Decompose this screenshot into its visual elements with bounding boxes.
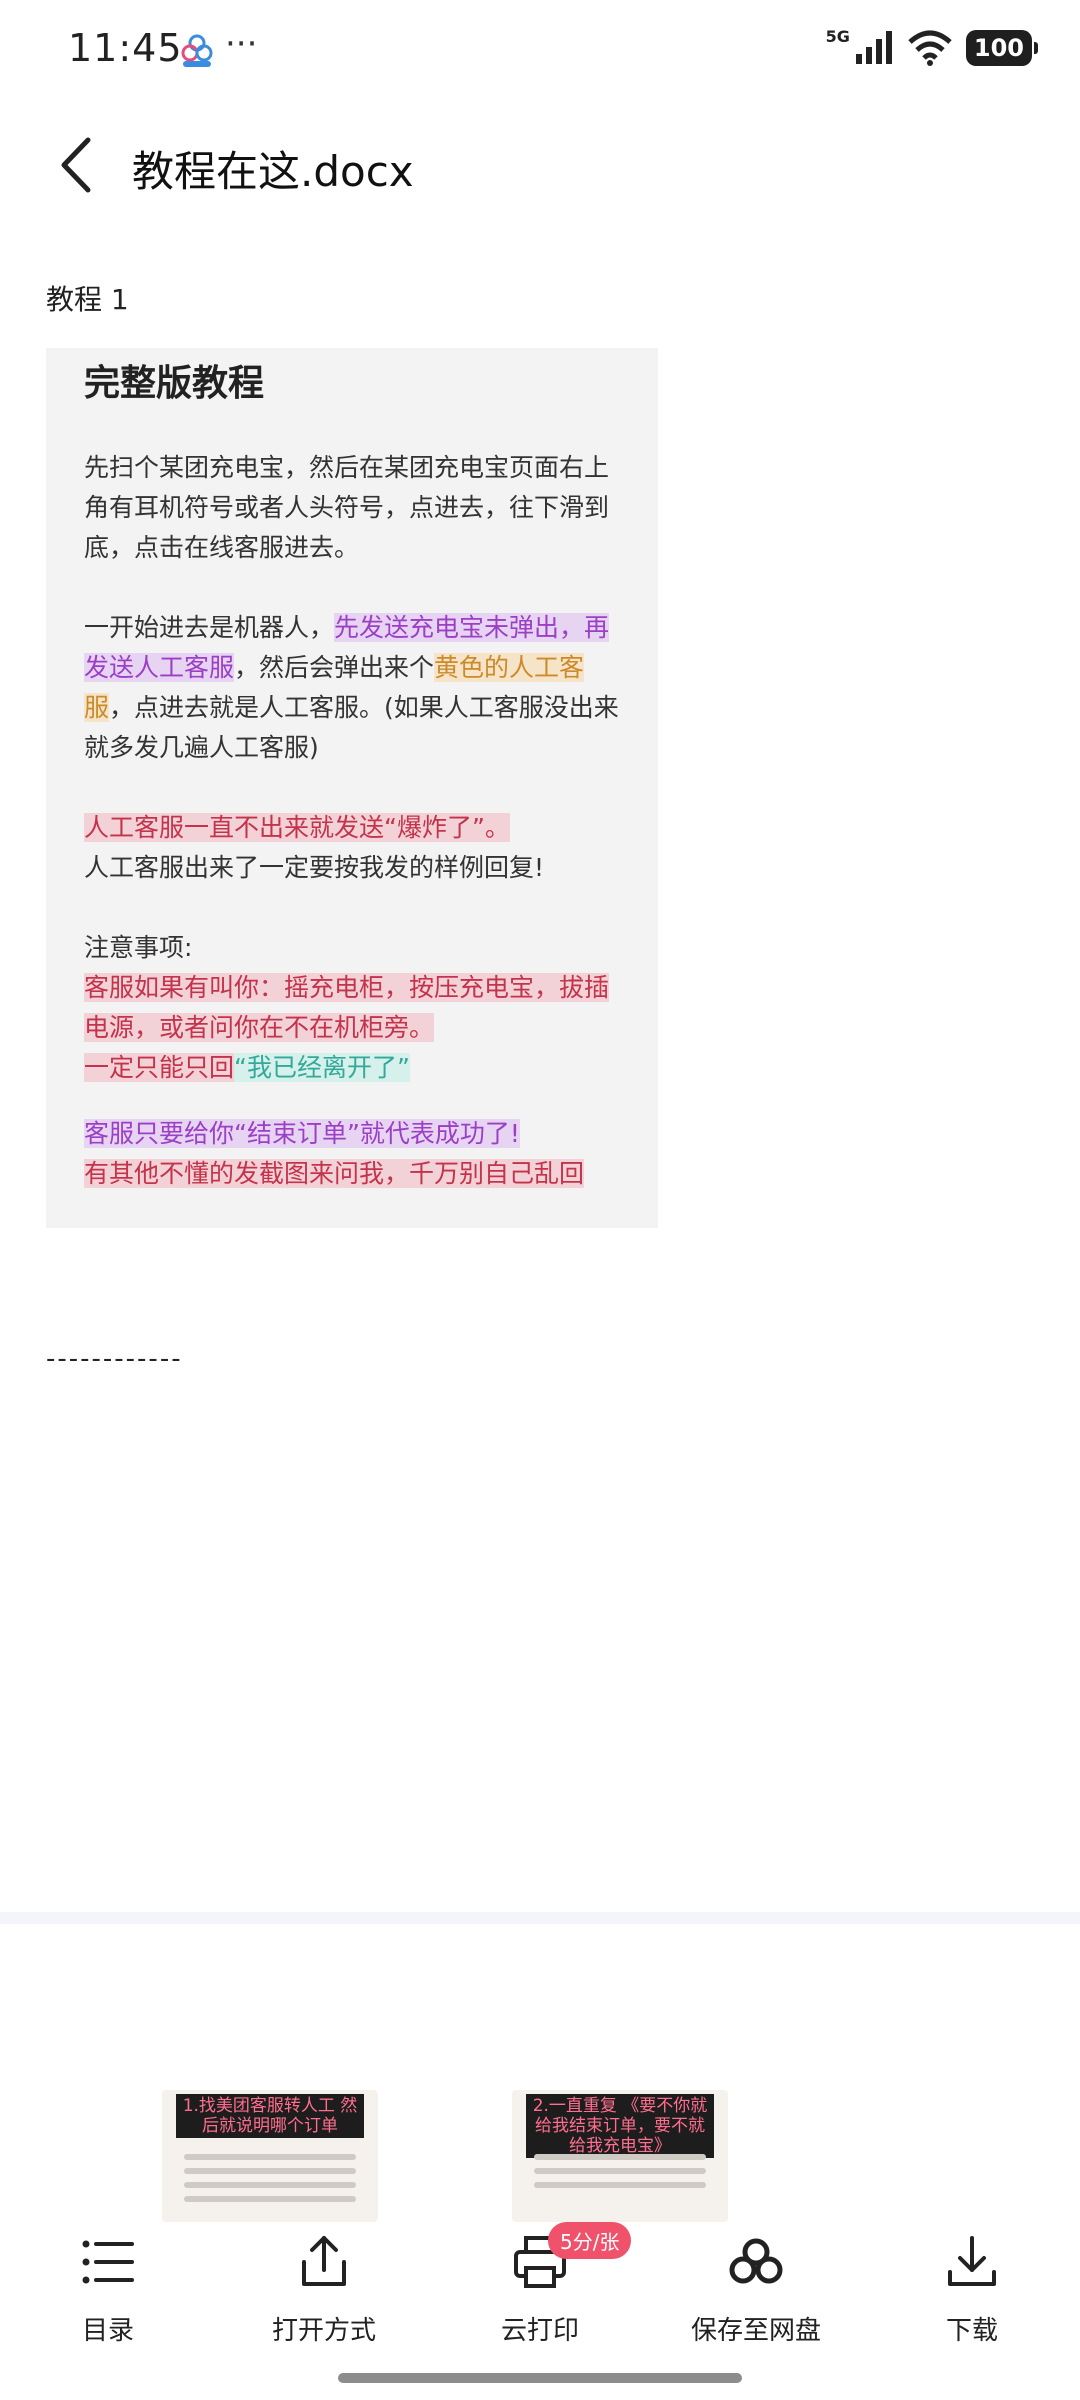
document-divider: ------------ [46, 1344, 183, 1374]
more-notifications-icon: ··· [225, 24, 258, 64]
back-icon[interactable] [52, 130, 112, 200]
para4-heading: 注意事项: [84, 933, 193, 962]
para4-highlight-red-2: 一定只能只回 [84, 1053, 235, 1082]
para3-highlight-red: 人工客服一直不出来就发送“爆炸了”。 [84, 813, 510, 842]
para5-highlight-purple: 客服只要给你“结束订单”就代表成功了! [84, 1119, 520, 1148]
para2-text-mid: ，然后会弹出来个 [234, 653, 435, 682]
section-separator [0, 1912, 1080, 1924]
document-title: 教程在这.docx [132, 147, 414, 196]
toolbar-label: 目录 [81, 2316, 134, 2346]
image-paragraph-2: 一开始进去是机器人，先发送充电宝未弹出，再发送人工客服，然后会弹出来个黄色的人工… [84, 608, 624, 768]
para4-highlight-red: 客服如果有叫你：摇充电柜，按压充电宝，拔插电源，或者问你在不在机柜旁。 [84, 973, 610, 1042]
thumbnail-preview-lines [184, 2154, 356, 2210]
cloud-disk-icon [729, 2238, 783, 2284]
thumbnail-preview-lines [534, 2154, 706, 2196]
toolbar-contents-button[interactable]: 目录 [8, 2232, 208, 2347]
para4-highlight-teal: “我已经离开了” [234, 1053, 410, 1082]
image-paragraph-1: 先扫个某团充电宝，然后在某团充电宝页面右上角有耳机符号或者人头符号，点进去，往下… [84, 453, 610, 562]
toolbar-download-button[interactable]: 下载 [872, 2232, 1072, 2347]
toolbar-save-to-disk-button[interactable]: 保存至网盘 [656, 2232, 856, 2347]
attachment-thumbnail-1[interactable]: 1.找美团客服转人工 然后就说明哪个订单 [162, 2090, 378, 2222]
document-heading: 教程 1 [46, 283, 129, 316]
image-title: 完整版教程 [84, 363, 265, 404]
para2-text: 一开始进去是机器人， [84, 613, 335, 642]
toolbar-label: 下载 [945, 2316, 998, 2346]
toolbar-label: 打开方式 [271, 2316, 376, 2346]
image-paragraph-4: 注意事项: 客服如果有叫你：摇充电柜，按压充电宝，拔插电源，或者问你在不在机柜旁… [84, 928, 624, 1088]
app-notification-icon [181, 34, 213, 67]
para2-text-end: ，点进去就是人工客服。(如果人工客服没出来就多发几遍人工客服) [84, 693, 619, 762]
toolbar-label: 保存至网盘 [690, 2316, 821, 2346]
price-badge: 5分/张 [548, 2222, 632, 2259]
para5-highlight-red: 有其他不懂的发截图来问我，千万别自己乱回 [84, 1159, 585, 1188]
toolbar-open-with-button[interactable]: 打开方式 [224, 2232, 424, 2347]
image-paragraph-3: 人工客服一直不出来就发送“爆炸了”。 人工客服出来了一定要按我发的样例回复! [84, 808, 624, 888]
toolbar-cloud-print-button[interactable]: 5分/张 云打印 [440, 2222, 640, 2347]
status-time: 11:45 [68, 26, 183, 70]
wifi-icon [908, 30, 952, 66]
bottom-toolbar: 目录 打开方式 5分/张 云打印 保存至网盘 下载 [0, 2222, 1080, 2362]
para3-text: 人工客服出来了一定要按我发的样例回复! [84, 853, 545, 882]
share-icon [302, 2236, 346, 2286]
status-icons: 5G 100 [825, 26, 1039, 68]
toolbar-label: 云打印 [500, 2316, 579, 2346]
attachment-thumbnail-2[interactable]: 2.一直重复 《要不你就给我结束订单，要不就给我充电宝》 [512, 2090, 728, 2222]
home-indicator[interactable] [338, 2373, 742, 2383]
image-paragraph-5: 客服只要给你“结束订单”就代表成功了! 有其他不懂的发截图来问我，千万别自己乱回 [84, 1114, 624, 1194]
tutorial-image[interactable]: 完整版教程 先扫个某团充电宝，然后在某团充电宝页面右上角有耳机符号或者人头符号，… [46, 348, 658, 1228]
network-type: 5G [825, 26, 850, 46]
download-icon [948, 2236, 996, 2286]
thumbnail-caption: 1.找美团客服转人工 然后就说明哪个订单 [176, 2094, 364, 2138]
list-icon [82, 2240, 134, 2284]
battery-indicator: 100 [965, 30, 1039, 66]
signal-icon [855, 31, 892, 64]
app-header: 教程在这.docx [0, 110, 1080, 220]
thumbnail-caption: 2.一直重复 《要不你就给我结束订单，要不就给我充电宝》 [526, 2094, 714, 2158]
status-bar: 11:45 ··· 5G 100 [0, 0, 1080, 100]
